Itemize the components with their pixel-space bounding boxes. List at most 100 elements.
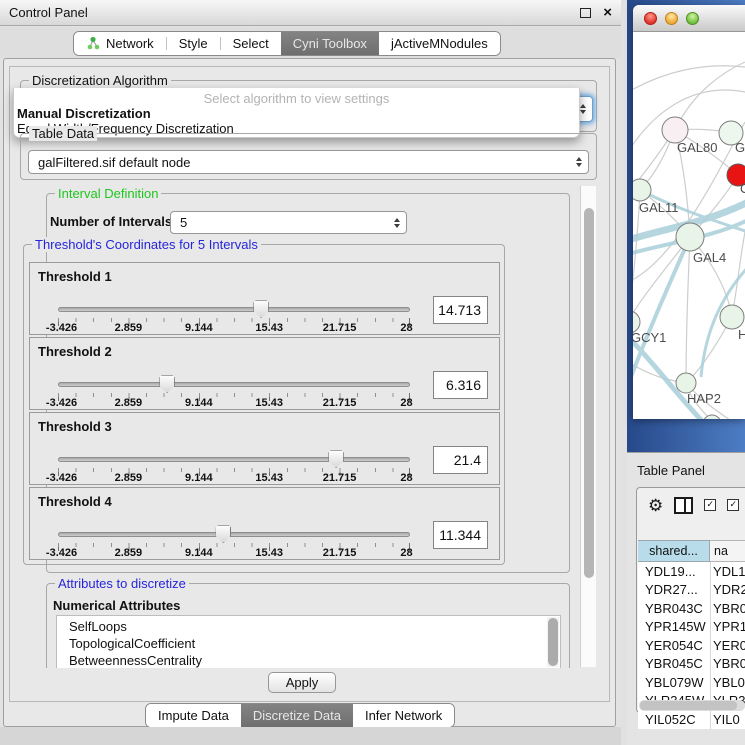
checkbox-icon[interactable]: ✓ xyxy=(704,499,716,511)
tick-label: 28 xyxy=(400,472,412,484)
tick-label: 15.43 xyxy=(255,322,283,334)
column-header-name[interactable]: na xyxy=(710,540,745,562)
tab-discretize-data[interactable]: Discretize Data xyxy=(241,704,353,727)
cell: YIL0 xyxy=(710,712,745,727)
dropdown-option-manual[interactable]: Manual Discretization xyxy=(17,106,151,121)
table-row[interactable]: YBR045CYBR0 xyxy=(638,655,745,674)
mac-zoom-icon[interactable] xyxy=(686,12,699,25)
cell: YIL052C xyxy=(638,712,710,727)
mac-close-icon[interactable] xyxy=(644,12,657,25)
algorithm-group-label: Discretization Algorithm xyxy=(29,73,171,88)
slider-track[interactable] xyxy=(58,532,410,537)
network-icon xyxy=(86,36,101,51)
threshold-3-value-field[interactable]: 21.4 xyxy=(433,446,488,474)
combo-stepper-icon xyxy=(580,104,592,114)
list-item[interactable]: BetweennessCentrality xyxy=(57,652,560,668)
scrollbar-thumb[interactable] xyxy=(640,701,737,710)
close-icon[interactable]: × xyxy=(603,6,612,20)
tick-label: -3.426 xyxy=(46,547,77,559)
tick-label: -3.426 xyxy=(46,397,77,409)
slider-track[interactable] xyxy=(58,307,410,312)
checkbox-icon[interactable]: ✓ xyxy=(727,499,739,511)
table-panel-title: Table Panel xyxy=(637,463,705,478)
split-columns-icon[interactable] xyxy=(674,497,693,514)
threshold-1-label: Threshold 1 xyxy=(38,269,112,284)
float-window-icon[interactable] xyxy=(580,8,591,18)
numerical-attributes-list[interactable]: SelfLoops TopologicalCoefficient Between… xyxy=(56,615,561,668)
table-row[interactable]: YDL19...YDL1 xyxy=(638,562,745,581)
list-scrollbar[interactable] xyxy=(547,617,559,667)
threshold-1-box: Threshold 1 -3.426 2.859 9.144 15.43 21.… xyxy=(29,262,500,335)
threshold-3-slider[interactable] xyxy=(58,449,410,466)
threshold-1-value-field[interactable]: 14.713 xyxy=(433,296,488,324)
list-item[interactable]: SelfLoops xyxy=(57,616,560,635)
tab-style[interactable]: Style xyxy=(167,32,220,55)
table-row[interactable]: YER054CYER0 xyxy=(638,636,745,655)
combo-stepper-icon xyxy=(576,157,588,167)
tab-jactivemnodules[interactable]: jActiveMNodules xyxy=(379,32,500,55)
threshold-4-value-field[interactable]: 11.344 xyxy=(433,521,488,549)
network-window-titlebar xyxy=(633,5,745,32)
column-header-shared-name[interactable]: shared... xyxy=(638,540,710,562)
slider-track[interactable] xyxy=(58,382,410,387)
table-header-row: shared... na xyxy=(638,540,745,562)
gear-icon[interactable]: ⚙ xyxy=(648,497,663,514)
tab-discretize-data-label: Discretize Data xyxy=(253,708,341,723)
table-row[interactable]: YBL079WYBL0 xyxy=(638,673,745,692)
threshold-4-box: Threshold 4 -3.426 2.859 9.144 15.43 21.… xyxy=(29,487,500,560)
thresholds-group: Threshold's Coordinates for 5 Intervals … xyxy=(23,244,505,565)
cell: YDR2 xyxy=(710,582,745,597)
node-label: H xyxy=(738,327,745,342)
table-data-combobox[interactable]: galFiltered.sif default node xyxy=(28,150,589,174)
table-row[interactable]: YBR043CYBR0 xyxy=(638,599,745,618)
main-scrollbar[interactable] xyxy=(580,186,596,667)
tab-select[interactable]: Select xyxy=(221,32,281,55)
threshold-2-value-field[interactable]: 6.316 xyxy=(433,371,488,399)
tick-label: 21.715 xyxy=(323,472,357,484)
slider-track[interactable] xyxy=(58,457,410,462)
slider-tick-labels: -3.426 2.859 9.144 15.43 21.715 28 xyxy=(58,397,410,409)
network-canvas[interactable]: GAL80 GAL11 GAL4 GCY1 HAP2 GA C H xyxy=(633,32,745,419)
slider-thumb[interactable] xyxy=(215,525,231,543)
list-item[interactable]: TopologicalCoefficient xyxy=(57,635,560,652)
slider-thumb[interactable] xyxy=(253,300,269,318)
slider-thumb[interactable] xyxy=(328,450,344,468)
apply-button[interactable]: Apply xyxy=(268,672,336,693)
tab-impute-data[interactable]: Impute Data xyxy=(146,704,241,727)
numerical-attributes-header: Numerical Attributes xyxy=(53,598,180,613)
scrollbar-thumb[interactable] xyxy=(584,208,594,578)
mac-minimize-icon[interactable] xyxy=(665,12,678,25)
number-of-intervals-combobox[interactable]: 5 xyxy=(170,211,407,234)
tab-style-label: Style xyxy=(179,36,208,51)
threshold-1-slider[interactable] xyxy=(58,299,410,316)
tab-network[interactable]: Network xyxy=(74,32,166,55)
tab-infer-network-label: Infer Network xyxy=(365,708,442,723)
node-label: C xyxy=(740,181,745,196)
tick-label: 21.715 xyxy=(323,397,357,409)
slider-tick-labels: -3.426 2.859 9.144 15.43 21.715 28 xyxy=(58,547,410,559)
number-of-intervals-value: 5 xyxy=(171,215,187,230)
tick-label: 2.859 xyxy=(115,472,143,484)
tab-cyni-toolbox[interactable]: Cyni Toolbox xyxy=(281,32,379,55)
node-label: GAL11 xyxy=(639,200,679,215)
tab-infer-network[interactable]: Infer Network xyxy=(353,704,454,727)
number-of-intervals-label: Number of Intervals xyxy=(50,214,172,229)
slider-thumb[interactable] xyxy=(159,375,175,393)
cell: YBR045C xyxy=(638,656,710,671)
tick-label: 9.144 xyxy=(185,322,213,334)
threshold-4-slider[interactable] xyxy=(58,524,410,541)
table-row[interactable]: YIL052CYIL0 xyxy=(638,710,745,729)
node-label: GAL4 xyxy=(693,250,726,265)
table-hscrollbar[interactable] xyxy=(639,700,745,711)
cell: YDL19... xyxy=(638,564,710,579)
network-view-window[interactable]: GAL80 GAL11 GAL4 GCY1 HAP2 GA C H xyxy=(633,5,745,419)
dropdown-hint-item[interactable]: Select algorithm to view settings xyxy=(14,91,579,106)
panel-title: Control Panel xyxy=(9,5,88,20)
cell: YPR145W xyxy=(638,619,710,634)
cell: YBR0 xyxy=(710,656,745,671)
cell: YPR1 xyxy=(710,619,745,634)
table-row[interactable]: YDR27...YDR2 xyxy=(638,581,745,600)
table-row[interactable]: YPR145WYPR1 xyxy=(638,618,745,637)
threshold-2-slider[interactable] xyxy=(58,374,410,391)
table-panel: Table Panel ⚙ ✓ ✓ shared... na YDL19...Y… xyxy=(627,452,745,745)
